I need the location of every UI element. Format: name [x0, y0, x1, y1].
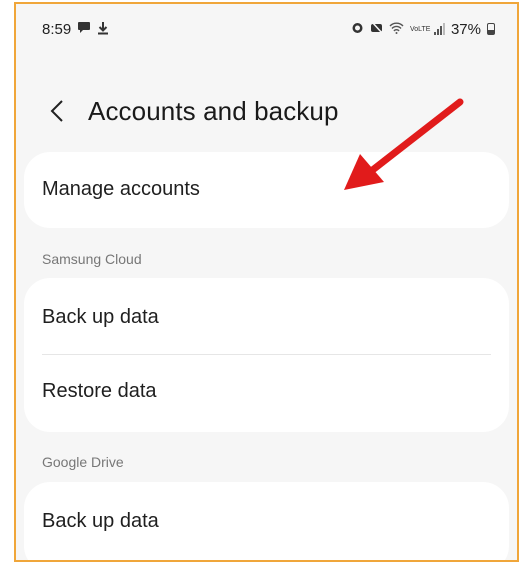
samsung-cloud-card: Back up data Restore data [24, 278, 509, 432]
volte-icon: VoLTE [409, 25, 431, 33]
google-backup-item[interactable]: Back up data [42, 510, 159, 533]
status-right: VoLTE 37% [351, 21, 495, 38]
battery-icon [487, 23, 495, 35]
wifi-icon [389, 22, 404, 37]
restore-data-item[interactable]: Restore data [42, 380, 157, 403]
download-icon [97, 21, 109, 38]
manage-accounts-card: Manage accounts [24, 152, 509, 228]
chat-icon [77, 21, 91, 37]
manage-accounts-item[interactable]: Manage accounts [42, 178, 200, 201]
status-time: 8:59 [42, 20, 72, 38]
back-icon[interactable] [42, 96, 72, 126]
battery-percent: 37% [450, 20, 481, 38]
divider [42, 354, 491, 355]
google-drive-card: Back up data [24, 482, 509, 560]
page-title: Accounts and backup [88, 96, 339, 126]
samsung-cloud-label: Samsung Cloud [42, 251, 142, 267]
alarm-icon [351, 21, 364, 37]
phone-screen: 8:59 VoLTE 37% Accounts and backup Manag… [14, 2, 519, 562]
samsung-backup-item[interactable]: Back up data [42, 306, 159, 329]
status-bar: 8:59 VoLTE 37% [16, 4, 517, 54]
page-header: Accounts and backup [16, 84, 517, 140]
signal-icon [433, 23, 445, 35]
status-left: 8:59 [42, 21, 109, 38]
mute-icon [370, 21, 383, 37]
google-drive-label: Google Drive [42, 454, 124, 470]
